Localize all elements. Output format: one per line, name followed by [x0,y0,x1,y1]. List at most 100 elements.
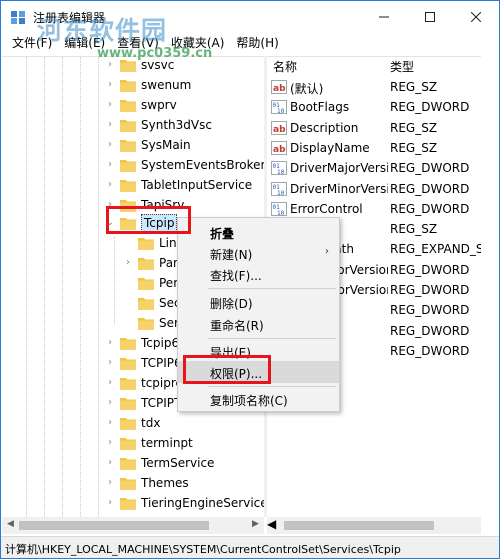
tree-item-label: terminpt [141,436,193,450]
vertical-scrollbar[interactable] [481,56,499,517]
value-row[interactable]: ab Description REG_SZ [267,118,481,138]
binary-value-icon: 0110 [271,201,287,217]
chevron-right-icon[interactable]: › [105,119,115,130]
tree-item[interactable]: › TermService [2,453,264,473]
value-type: REG_DWORD [390,181,470,196]
scroll-right-icon[interactable]: ▶ [252,519,259,529]
tree-item[interactable]: › SystemEventsBroker [2,155,264,175]
status-bar: 计算机\HKEY_LOCAL_MACHINE\SYSTEM\CurrentCon… [1,536,499,558]
chevron-right-icon[interactable]: › [105,99,115,110]
value-type: REG_DWORD [390,303,470,318]
chevron-right-icon[interactable]: › [105,397,115,408]
highlight-box-permissions [183,355,271,384]
highlight-box-tcpip [106,206,191,234]
chevron-right-icon[interactable]: › [105,417,115,428]
menu-item-new[interactable]: 新建(N) › [178,242,339,264]
tree-item[interactable]: › TieringEngineService [2,493,264,513]
chevron-right-icon[interactable]: › [105,79,115,90]
menu-item-copy-key-name[interactable]: 复制项名称(C) [178,388,339,410]
column-header-type[interactable]: 类型 [390,57,414,77]
chevron-right-icon[interactable]: › [105,457,115,468]
chevron-right-icon[interactable]: › [105,357,115,368]
value-row[interactable]: 01 10 BootFlags REG_DWORD [267,97,481,117]
maximize-icon [425,11,435,22]
folder-icon [120,336,136,350]
scroll-left-icon[interactable]: ◀ [7,519,14,529]
tree-item[interactable]: › svsvc [2,57,264,75]
value-row[interactable]: ab (默认) REG_SZ [267,77,481,97]
tree-item[interactable]: › terminpt [2,433,264,453]
binary-value-icon: 0110 [271,181,287,197]
folder-icon [120,496,136,510]
tree-item-label: SysMain [141,138,191,152]
minimize-button[interactable] [361,1,407,32]
menu-item-rename[interactable]: 重命名(R) [178,313,339,335]
tree-item[interactable]: › Synth3dVsc [2,115,264,135]
chevron-right-icon[interactable]: › [105,337,115,348]
value-row[interactable]: ab DisplayName REG_SZ [267,138,481,158]
tree-item[interactable]: › Themes [2,473,264,493]
chevron-right-icon[interactable]: › [105,139,115,150]
value-type: REG_SZ [390,120,438,135]
folder-icon [120,476,136,490]
value-type: REG_SZ [390,222,438,237]
scroll-left-icon[interactable]: ◀ [267,517,276,531]
maximize-button[interactable] [407,1,453,32]
value-row[interactable]: 01 10 ErrorControl REG_DWORD [267,199,481,219]
chevron-right-icon[interactable]: › [105,437,115,448]
chevron-right-icon[interactable]: › [105,497,115,508]
folder-icon [120,376,136,390]
menu-help[interactable]: 帮助(H) [230,33,284,53]
value-row[interactable]: 0110DriverMinorVersionREG_DWORD [267,179,481,199]
svg-text:10: 10 [277,169,285,175]
value-row[interactable]: 0110DriverMajorVersionREG_DWORD [267,158,481,178]
folder-icon [120,138,136,152]
folder-icon [120,98,136,112]
value-type: REG_DWORD [390,201,470,216]
menu-item-label: 复制项名称(C) [210,394,288,408]
folder-icon [138,296,154,310]
folder-icon [138,316,154,330]
menu-item-label: 新建(N) [210,248,253,262]
folder-icon [120,436,136,450]
scroll-thumb[interactable] [284,521,434,530]
title-bar[interactable]: 注册表编辑器 [1,1,499,32]
tree-item[interactable]: › tdx [2,413,264,433]
close-button[interactable] [453,1,499,32]
folder-icon [120,456,136,470]
menu-edit[interactable]: 编辑(E) [58,33,111,53]
folder-icon [138,276,154,290]
chevron-right-icon[interactable]: › [123,257,133,268]
tree-item[interactable]: › swenum [2,75,264,95]
values-horizontal-scrollbar[interactable]: ◀ [267,517,481,534]
binary-value-icon: 0110 [271,100,287,115]
value-name: ErrorControl [290,201,363,216]
menu-item-find[interactable]: 查找(F)... [178,263,339,285]
tree-item[interactable]: › TabletInputService [2,175,264,195]
chevron-right-icon[interactable]: › [105,477,115,488]
menu-item-delete[interactable]: 删除(D) [178,291,339,313]
chevron-right-icon[interactable]: › [105,159,115,170]
menu-separator [208,338,336,339]
column-header-name[interactable]: 名称 [273,57,297,77]
tree-item[interactable]: › swprv [2,95,264,115]
tree-item-label: swenum [141,78,192,92]
value-type: REG_SZ [390,140,438,155]
tree-item-label: SystemEventsBroker [141,158,264,172]
chevron-right-icon[interactable]: › [105,377,115,388]
tree-item[interactable]: › SysMain [2,135,264,155]
tree-horizontal-scrollbar[interactable]: ◀ ▶ [2,517,264,534]
menu-view[interactable]: 查看(V) [111,33,165,53]
menu-item-collapse[interactable]: 折叠 [178,221,339,243]
menu-bar: 文件(F) 编辑(E) 查看(V) 收藏夹(A) 帮助(H) [1,32,499,54]
tree-item-label: svsvc [141,58,175,72]
window-title: 注册表编辑器 [33,11,106,25]
menu-favorites[interactable]: 收藏夹(A) [165,33,231,53]
chevron-right-icon[interactable]: › [105,59,115,70]
chevron-right-icon[interactable]: › [105,179,115,190]
value-name: Description [290,120,359,135]
menu-file[interactable]: 文件(F) [6,33,58,53]
scroll-thumb[interactable] [19,521,209,530]
value-type: REG_DWORD [390,323,470,338]
value-name: (默认) [290,82,324,96]
